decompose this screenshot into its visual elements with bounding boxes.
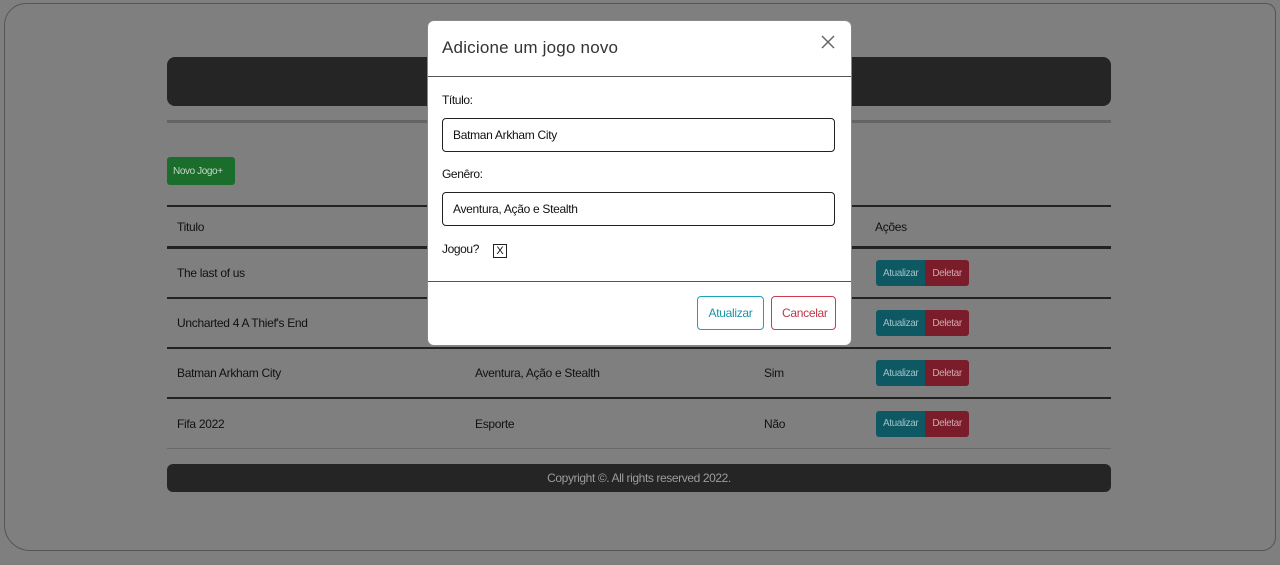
genre-input[interactable] <box>442 192 835 226</box>
footer-copyright: Copyright ©. All rights reserved 2022. <box>167 464 1111 492</box>
table-row: Fifa 2022 Esporte Não Atualizar Deletar <box>167 399 1111 449</box>
delete-button[interactable]: Deletar <box>925 360 969 386</box>
modal-cancel-button[interactable]: Cancelar <box>771 296 836 330</box>
modal-footer: Atualizar Cancelar <box>428 282 851 344</box>
row-actions: Atualizar Deletar <box>876 360 969 386</box>
delete-button[interactable]: Deletar <box>925 410 969 437</box>
modal-title: Adicione um jogo novo <box>442 38 619 57</box>
delete-button[interactable]: Deletar <box>925 260 969 286</box>
row-genre: Esporte <box>475 416 515 431</box>
modal-update-button[interactable]: Atualizar <box>697 296 764 330</box>
add-game-modal: Adicione um jogo novo Título: Genêro: Jo… <box>428 21 851 345</box>
table-row: Batman Arkham City Aventura, Ação e Stea… <box>167 349 1111 399</box>
row-actions: Atualizar Deletar <box>876 260 969 286</box>
close-icon <box>821 35 835 49</box>
row-played: Não <box>764 416 786 431</box>
title-label: Título: <box>442 93 473 107</box>
delete-button[interactable]: Deletar <box>925 310 969 336</box>
column-header-title: Titulo <box>177 219 205 234</box>
row-title: The last of us <box>177 266 245 280</box>
update-button[interactable]: Atualizar <box>876 360 926 386</box>
row-actions: Atualizar Deletar <box>876 410 969 437</box>
row-title: Batman Arkham City <box>177 366 281 380</box>
close-button[interactable] <box>817 31 839 53</box>
update-button[interactable]: Atualizar <box>876 310 926 336</box>
update-button[interactable]: Atualizar <box>876 260 926 286</box>
row-genre: Aventura, Ação e Stealth <box>475 366 600 380</box>
update-button[interactable]: Atualizar <box>876 410 926 437</box>
played-checkbox[interactable]: X <box>493 244 507 258</box>
title-input[interactable] <box>442 118 835 152</box>
column-header-actions: Ações <box>875 219 907 234</box>
row-played: Sim <box>764 366 784 380</box>
played-label: Jogou? <box>442 242 479 256</box>
row-title: Fifa 2022 <box>177 416 225 431</box>
modal-body: Título: Genêro: Jogou? X <box>428 77 851 282</box>
row-title: Uncharted 4 A Thief's End <box>177 316 308 330</box>
row-actions: Atualizar Deletar <box>876 310 969 336</box>
new-game-button[interactable]: Novo Jogo+ <box>167 157 235 185</box>
modal-header: Adicione um jogo novo <box>428 21 851 77</box>
genre-label: Genêro: <box>442 167 483 181</box>
page: Novo Jogo+ Titulo Ações The last of us A… <box>0 0 1280 565</box>
